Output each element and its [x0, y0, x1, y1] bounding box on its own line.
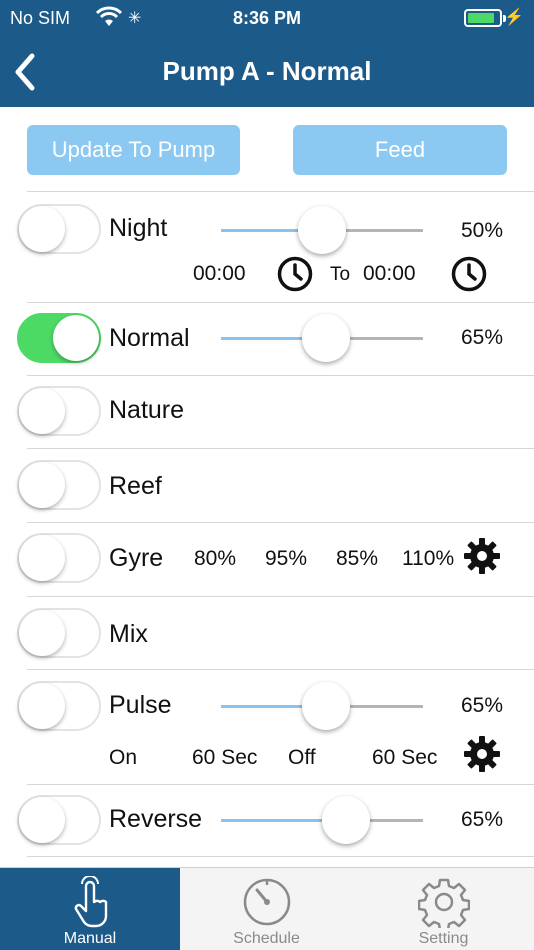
- divider: [27, 669, 534, 670]
- mode-label-normal: Normal: [109, 324, 190, 352]
- pulse-off-label: Off: [288, 746, 316, 769]
- toggle-mix[interactable]: [17, 608, 101, 658]
- hand-tap-icon: [74, 876, 108, 928]
- percent-night: 50%: [460, 219, 503, 242]
- gyre-value: 85%: [336, 547, 379, 570]
- night-to-label: To: [330, 264, 351, 285]
- mode-label-nature: Nature: [109, 396, 185, 424]
- mode-label-reef: Reef: [109, 472, 162, 500]
- slider-reverse[interactable]: [221, 796, 423, 844]
- pulse-off-time[interactable]: 60 Sec: [372, 746, 437, 770]
- tab-manual[interactable]: Manual: [0, 868, 180, 950]
- divider: [27, 375, 534, 376]
- tab-label: Schedule: [233, 930, 300, 947]
- toggle-reverse[interactable]: [17, 795, 101, 845]
- night-to-time: 00:00: [363, 262, 416, 285]
- divider: [27, 596, 534, 597]
- tab-label: Manual: [63, 930, 117, 947]
- gyre-value: 80%: [194, 547, 237, 570]
- gyre-value: 95%: [265, 547, 308, 570]
- tab-schedule[interactable]: Schedule: [180, 868, 353, 950]
- toggle-nature[interactable]: [17, 386, 101, 436]
- toggle-normal[interactable]: [17, 313, 101, 363]
- divider: [27, 302, 534, 303]
- slider-night[interactable]: [221, 206, 423, 254]
- percent-pulse: 65%: [460, 694, 503, 717]
- battery-icon: [464, 9, 506, 27]
- pulse-on-time[interactable]: 60 Sec: [192, 746, 257, 770]
- divider: [27, 448, 534, 449]
- toggle-night[interactable]: [17, 204, 101, 254]
- pulse-settings-gear-icon[interactable]: [462, 734, 502, 774]
- slider-normal[interactable]: [221, 314, 423, 362]
- charging-bolt-icon: ⚡: [504, 9, 524, 26]
- toggle-pulse[interactable]: [17, 681, 101, 731]
- update-to-pump-button[interactable]: Update To Pump: [27, 125, 240, 175]
- gyre-settings-gear-icon[interactable]: [462, 536, 502, 576]
- from-clock-icon[interactable]: [277, 256, 313, 292]
- toggle-gyre[interactable]: [17, 533, 101, 583]
- slider-pulse[interactable]: [221, 682, 423, 730]
- toggle-reef[interactable]: [17, 460, 101, 510]
- feed-button[interactable]: Feed: [293, 125, 507, 175]
- mode-label-gyre: Gyre: [109, 544, 164, 572]
- tab-bar: Manual Schedule Setting: [0, 867, 534, 950]
- gyre-value: 110%: [402, 547, 455, 570]
- mode-label-mix: Mix: [109, 620, 148, 648]
- mode-label-night: Night: [109, 214, 168, 242]
- page-title: Pump A - Normal: [162, 56, 372, 86]
- divider: [27, 784, 534, 785]
- to-clock-icon[interactable]: [451, 256, 487, 292]
- status-bar: No SIM ✳ 8:36 PM ⚡: [10, 6, 524, 30]
- status-time: 8:36 PM: [232, 8, 302, 28]
- dial-icon: [243, 878, 290, 926]
- nav-header: No SIM ✳ 8:36 PM ⚡ Pump A - Normal: [0, 0, 534, 107]
- mode-label-reverse: Reverse: [109, 805, 203, 833]
- night-from-time: 00:00: [193, 262, 246, 285]
- percent-reverse: 65%: [460, 808, 503, 831]
- pulse-on-label: On: [109, 746, 138, 769]
- tab-setting[interactable]: Setting: [353, 868, 534, 950]
- percent-normal: 65%: [460, 326, 503, 349]
- tab-label: Setting: [418, 930, 469, 947]
- divider: [27, 856, 534, 857]
- mode-label-pulse: Pulse: [109, 691, 172, 719]
- divider: [27, 191, 534, 192]
- divider: [27, 522, 534, 523]
- gear-icon: [417, 878, 470, 928]
